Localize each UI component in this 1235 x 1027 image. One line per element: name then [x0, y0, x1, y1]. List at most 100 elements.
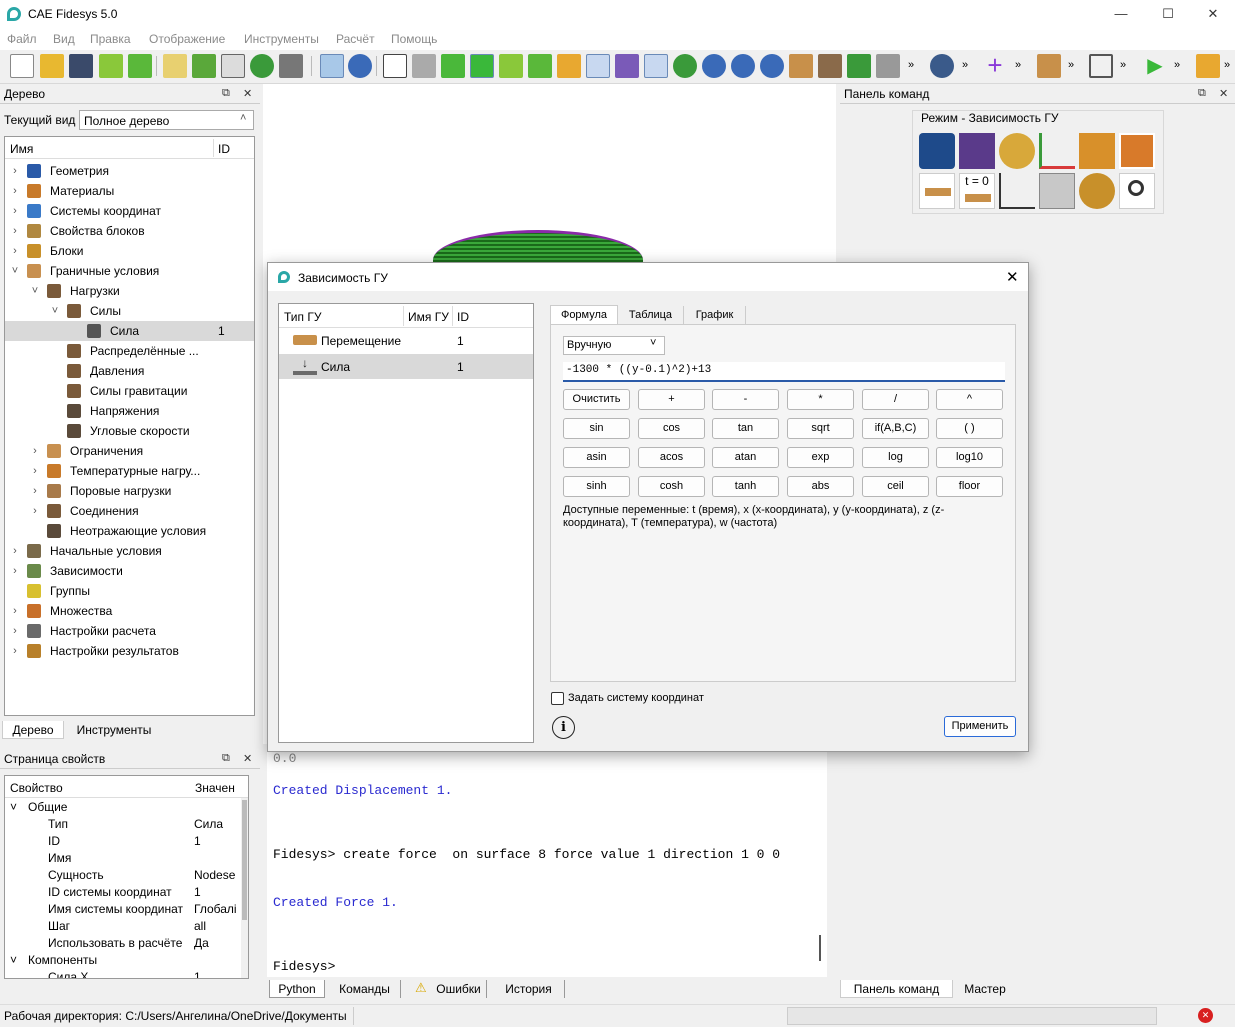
- shaded-icon[interactable]: [441, 54, 465, 78]
- calc-button[interactable]: asin: [563, 447, 630, 468]
- boundary-condition-icon[interactable]: [919, 173, 955, 209]
- calc-button[interactable]: sinh: [563, 476, 630, 497]
- menu-display[interactable]: Отображение: [149, 32, 225, 46]
- stop-icon[interactable]: ✕: [1198, 1008, 1213, 1023]
- property-value[interactable]: 1: [194, 970, 240, 978]
- tree-item[interactable]: › Настройки результатов: [5, 641, 254, 661]
- menu-file[interactable]: Файл: [7, 32, 37, 46]
- tree-item[interactable]: › Поровые нагрузки: [5, 481, 254, 501]
- tree-item[interactable]: Угловые скорости: [5, 421, 254, 441]
- tree-item[interactable]: › Блоки: [5, 241, 254, 261]
- toolbar-overflow-icon[interactable]: »: [1224, 59, 1230, 71]
- calc-button[interactable]: Очистить: [563, 389, 630, 410]
- results-axes-icon[interactable]: [1196, 54, 1220, 78]
- import-icon[interactable]: [128, 54, 152, 78]
- dependency-graph-icon[interactable]: [999, 173, 1035, 209]
- tree-item[interactable]: ˅ Нагрузки: [5, 281, 254, 301]
- calc-button[interactable]: tan: [712, 418, 779, 439]
- new-file-icon[interactable]: [10, 54, 34, 78]
- open-folder-icon[interactable]: [40, 54, 64, 78]
- close-panel-icon[interactable]: ✕: [243, 752, 252, 765]
- tree-item[interactable]: › Зависимости: [5, 561, 254, 581]
- mesh-icon[interactable]: [528, 54, 552, 78]
- tree-item[interactable]: › Соединения: [5, 501, 254, 521]
- force-icon[interactable]: [1037, 54, 1061, 78]
- calc-button[interactable]: cos: [638, 418, 705, 439]
- coordinate-system-icon[interactable]: [1039, 133, 1075, 169]
- tab-table[interactable]: Таблица: [618, 306, 684, 324]
- axes-icon[interactable]: [586, 54, 610, 78]
- export-icon[interactable]: [99, 54, 123, 78]
- float-panel-icon[interactable]: ⧉: [222, 87, 230, 100]
- tree-item[interactable]: › Начальные условия: [5, 541, 254, 561]
- chevron-right-icon[interactable]: ›: [29, 501, 41, 521]
- calc-button[interactable]: acos: [638, 447, 705, 468]
- chevron-right-icon[interactable]: ›: [9, 621, 21, 641]
- bc-row-force[interactable]: ↓ Сила 1: [279, 354, 533, 379]
- property-value[interactable]: 1: [194, 834, 240, 848]
- tree-item[interactable]: › Множества: [5, 601, 254, 621]
- tree-item[interactable]: Группы: [5, 581, 254, 601]
- calc-button[interactable]: sqrt: [787, 418, 854, 439]
- calc-button[interactable]: +: [638, 389, 705, 410]
- current-view-select[interactable]: Полное дерево ˄: [79, 110, 254, 130]
- journal-icon[interactable]: [163, 54, 187, 78]
- property-value[interactable]: Nodese: [194, 868, 240, 882]
- hammer-icon[interactable]: [279, 54, 303, 78]
- run-icon[interactable]: ▶: [1143, 54, 1167, 78]
- zoom-in-icon[interactable]: [702, 54, 726, 78]
- grey-cube-icon[interactable]: [876, 54, 900, 78]
- id-icon[interactable]: [221, 54, 245, 78]
- toolbar-overflow-icon[interactable]: »: [1174, 59, 1180, 71]
- tab-errors[interactable]: Ошибки: [431, 980, 487, 998]
- tree-item[interactable]: › Геометрия: [5, 161, 254, 181]
- chevron-right-icon[interactable]: ›: [9, 641, 21, 661]
- chevron-right-icon[interactable]: ›: [9, 201, 21, 221]
- toolbar-overflow-icon[interactable]: »: [908, 59, 914, 71]
- tree-item[interactable]: Распределённые ...: [5, 341, 254, 361]
- tab-tree[interactable]: Дерево: [2, 721, 64, 739]
- input-mode-select[interactable]: Вручную ˅: [563, 336, 665, 355]
- menu-view[interactable]: Вид: [53, 32, 75, 46]
- sets-icon[interactable]: [1119, 133, 1155, 169]
- tab-python[interactable]: Python: [269, 980, 325, 998]
- plus-cross-icon[interactable]: +: [983, 52, 1007, 78]
- tree-item[interactable]: Напряжения: [5, 401, 254, 421]
- command-console[interactable]: 0.0 Created Displacement 1. Fidesys> cre…: [267, 745, 827, 977]
- bounding-box-icon[interactable]: [1089, 54, 1113, 78]
- chevron-right-icon[interactable]: ›: [29, 461, 41, 481]
- property-group[interactable]: Компоненты: [28, 953, 97, 967]
- section-icon[interactable]: [789, 54, 813, 78]
- chevron-right-icon[interactable]: ›: [9, 181, 21, 201]
- tab-graph[interactable]: График: [684, 306, 746, 324]
- close-panel-icon[interactable]: ✕: [243, 87, 252, 100]
- tree-item[interactable]: ˅ Граничные условия: [5, 261, 254, 281]
- toolbar-overflow-icon[interactable]: »: [1120, 59, 1126, 71]
- refresh-icon[interactable]: [673, 54, 697, 78]
- calc-button[interactable]: cosh: [638, 476, 705, 497]
- smooth-shaded-icon[interactable]: [470, 54, 494, 78]
- minimize-button[interactable]: —: [1106, 4, 1136, 24]
- people-icon[interactable]: [930, 54, 954, 78]
- blocks-icon[interactable]: [1079, 133, 1115, 169]
- geometry-icon[interactable]: [919, 133, 955, 169]
- inspect-icon[interactable]: [1119, 173, 1155, 209]
- calc-button[interactable]: -: [712, 389, 779, 410]
- chevron-down-icon[interactable]: ˅: [10, 953, 17, 967]
- tree-item[interactable]: › Свойства блоков: [5, 221, 254, 241]
- info-icon[interactable]: i: [552, 716, 575, 739]
- chevron-down-icon[interactable]: ˅: [9, 261, 21, 281]
- tools-icon[interactable]: [999, 133, 1035, 169]
- chevron-right-icon[interactable]: ›: [9, 241, 21, 261]
- frequency-icon[interactable]: [1079, 173, 1115, 209]
- menu-tools[interactable]: Инструменты: [244, 32, 319, 46]
- property-value[interactable]: all: [194, 919, 240, 933]
- property-value[interactable]: Глобалі: [194, 902, 240, 916]
- bc-row-displacement[interactable]: Перемещение 1: [279, 329, 533, 353]
- dialog-close-button[interactable]: ✕: [1006, 268, 1019, 286]
- tab-command-panel[interactable]: Панель команд: [840, 980, 953, 998]
- initial-conditions-icon[interactable]: t = 0: [959, 173, 995, 209]
- close-panel-icon[interactable]: ✕: [1219, 87, 1228, 100]
- pause-icon[interactable]: [250, 54, 274, 78]
- tree-item[interactable]: Силы гравитации: [5, 381, 254, 401]
